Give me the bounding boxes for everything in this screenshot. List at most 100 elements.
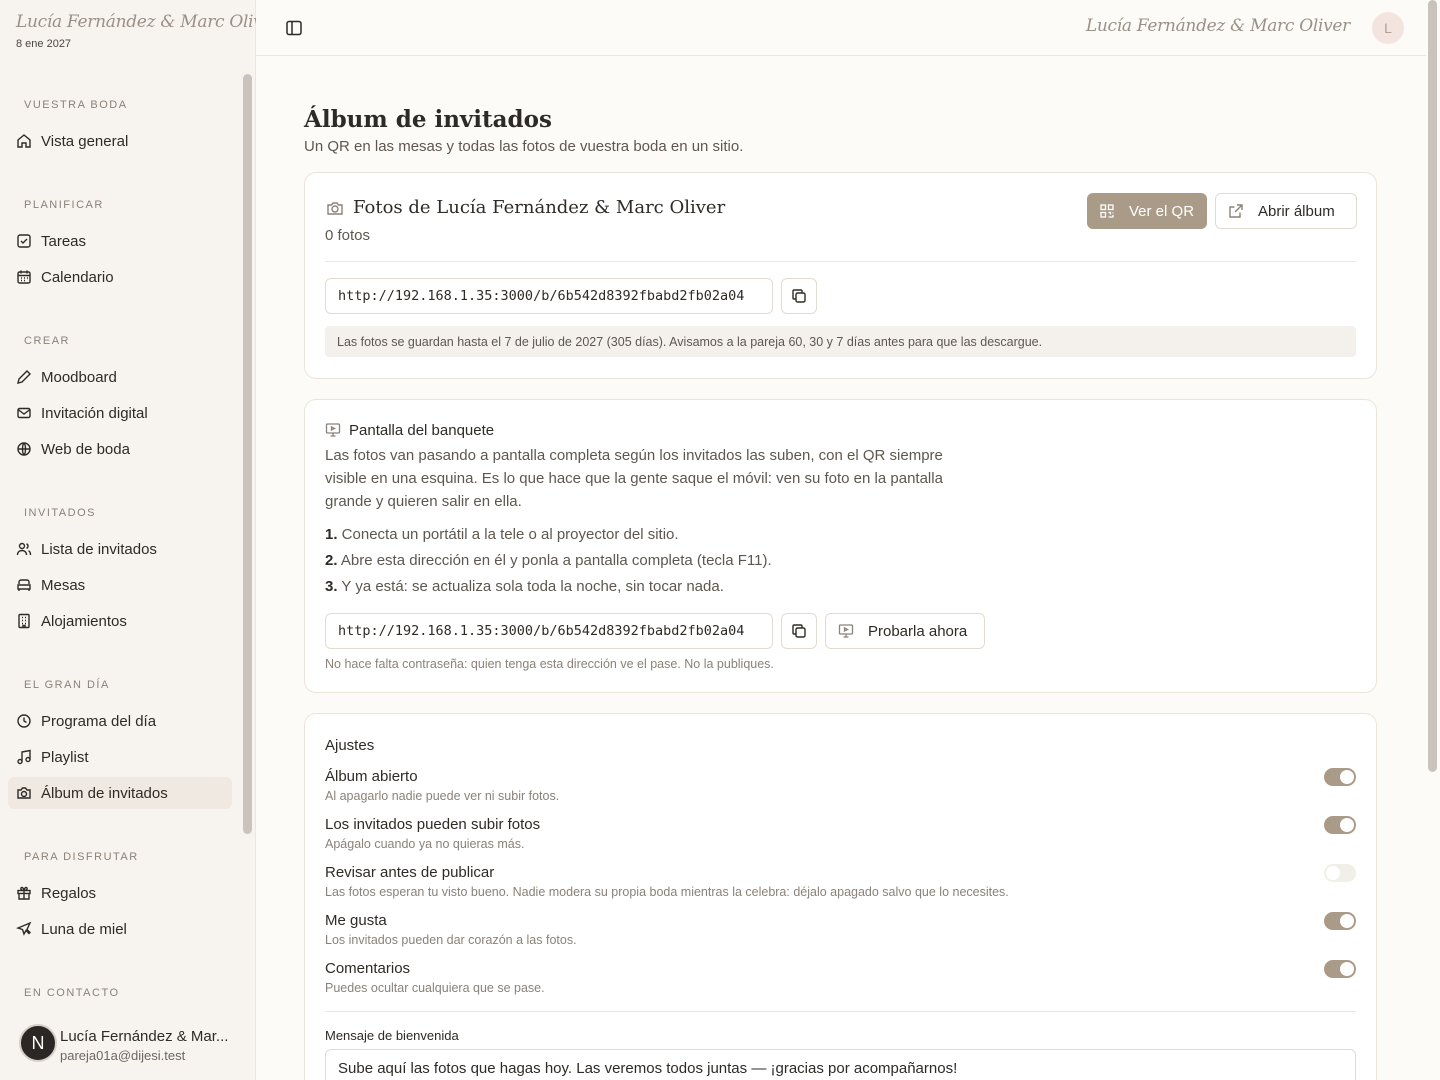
review-before-publish-toggle[interactable] xyxy=(1324,864,1356,882)
plane-icon xyxy=(16,921,32,936)
toggle-knob xyxy=(1326,866,1340,880)
album-open-toggle[interactable] xyxy=(1324,768,1356,786)
setting-description: Puedes ocultar cualquiera que se pase. xyxy=(325,981,545,995)
settings-title: Ajustes xyxy=(325,737,375,754)
sidebar-item-invitacion-digital[interactable]: Invitación digital xyxy=(8,397,232,429)
section-label-en-contacto: EN CONTACTO xyxy=(24,987,120,999)
step-text: Y ya está: se actualiza sola toda la noc… xyxy=(337,578,724,595)
setting-label: Revisar antes de publicar xyxy=(325,864,495,881)
copy-album-url-button[interactable] xyxy=(781,278,817,314)
setting-guest-upload: Los invitados pueden subir fotos Apágalo… xyxy=(325,816,1356,856)
sidebar-item-calendario[interactable]: Calendario xyxy=(8,261,232,293)
gift-icon xyxy=(17,886,31,900)
presentation-icon xyxy=(325,423,341,437)
sidebar-item-label: Calendario xyxy=(41,268,114,286)
sidebar-item-label: Moodboard xyxy=(41,368,117,386)
setting-label: Álbum abierto xyxy=(325,768,418,785)
step-1: 1. Conecta un portátil a la tele o al pr… xyxy=(325,526,679,543)
sidebar-item-web-de-boda[interactable]: Web de boda xyxy=(8,433,232,465)
sidebar-item-label: Regalos xyxy=(41,884,97,902)
sidebar-item-alojamientos[interactable]: Alojamientos xyxy=(8,605,232,637)
step-text: Abre esta dirección en él y ponla a pant… xyxy=(337,552,772,569)
wedding-date: 8 ene 2027 xyxy=(16,38,72,50)
copy-screen-url-button[interactable] xyxy=(781,613,817,649)
globe-icon xyxy=(17,442,31,456)
sidebar-item-mesas[interactable]: Mesas xyxy=(8,569,232,601)
user-email: pareja01a@dijesi.test xyxy=(60,1048,186,1063)
sidebar-item-label: Luna de miel xyxy=(41,920,127,938)
sidebar-item-label: Web de boda xyxy=(41,440,130,458)
section-label-invitados: INVITADOS xyxy=(24,507,96,519)
setting-label: Los invitados pueden subir fotos xyxy=(325,816,541,833)
guest-upload-toggle[interactable] xyxy=(1324,816,1356,834)
calendar-icon xyxy=(17,270,31,284)
setting-description: Los invitados pueden dar corazón a las f… xyxy=(325,933,577,947)
screen-url-field[interactable]: http://192.168.1.35:3000/b/6b542d8392fba… xyxy=(325,613,773,649)
sidebar-item-moodboard[interactable]: Moodboard xyxy=(8,361,232,393)
banquet-screen-card: Pantalla del banquete Las fotos van pasa… xyxy=(304,399,1377,693)
sidebar-item-album-de-invitados[interactable]: Álbum de invitados xyxy=(8,777,232,809)
page-title: Álbum de invitados xyxy=(304,106,552,133)
album-card: Fotos de Lucía Fernández & Marc Oliver 0… xyxy=(304,172,1377,379)
sidebar-item-playlist[interactable]: Playlist xyxy=(8,741,232,773)
sidebar-item-label: Vista general xyxy=(41,132,129,150)
topbar: Lucía Fernández & Marc Oliver L xyxy=(256,0,1426,56)
copy-icon xyxy=(792,289,806,303)
open-album-button[interactable]: Abrir álbum xyxy=(1215,193,1357,229)
screen-privacy-note: No hace falta contraseña: quien tenga es… xyxy=(325,657,774,671)
mail-icon xyxy=(17,407,31,419)
step-number: 1. xyxy=(325,526,338,543)
comments-toggle[interactable] xyxy=(1324,960,1356,978)
welcome-message-label: Mensaje de bienvenida xyxy=(325,1028,459,1043)
user-menu[interactable]: N Lucía Fernández & Mar... pareja01a@dij… xyxy=(0,1010,255,1080)
sidebar-item-lista-de-invitados[interactable]: Lista de invitados xyxy=(8,533,232,565)
user-name: Lucía Fernández & Mar... xyxy=(60,1028,229,1045)
sidebar-item-tareas[interactable]: Tareas xyxy=(8,225,232,257)
sidebar-item-label: Alojamientos xyxy=(41,612,127,630)
section-label-crear: CREAR xyxy=(24,335,71,347)
brand-couple-name: Lucía Fernández & Marc Oliver xyxy=(16,12,281,32)
welcome-message-field[interactable]: Sube aquí las fotos que hagas hoy. Las v… xyxy=(325,1049,1356,1080)
sidebar-item-label: Playlist xyxy=(41,748,89,766)
section-label-vuestra-boda: VUESTRA BODA xyxy=(24,99,128,111)
topbar-avatar[interactable]: L xyxy=(1372,12,1404,44)
page-scrollbar[interactable] xyxy=(1428,0,1437,772)
panel-left-icon xyxy=(286,20,302,36)
sidebar-item-label: Tareas xyxy=(41,232,87,250)
brand: Lucía Fernández & Marc Oliver 8 ene 2027 xyxy=(16,12,281,50)
open-album-label: Abrir álbum xyxy=(1258,202,1335,220)
sidebar-item-vista-general[interactable]: Vista general xyxy=(8,125,232,157)
sidebar-nav: VUESTRA BODA Vista general PLANIFICAR Ta… xyxy=(0,72,240,1010)
setting-description: Las fotos esperan tu visto bueno. Nadie … xyxy=(325,885,1009,899)
sidebar-item-programa-del-dia[interactable]: Programa del día xyxy=(8,705,232,737)
sidebar-item-regalos[interactable]: Regalos xyxy=(8,877,232,909)
likes-toggle[interactable] xyxy=(1324,912,1356,930)
page-subtitle: Un QR en las mesas y todas las fotos de … xyxy=(304,138,744,155)
toggle-knob xyxy=(1340,962,1354,976)
sidebar-item-label: Mesas xyxy=(41,576,86,594)
toggle-knob xyxy=(1340,770,1354,784)
external-link-icon xyxy=(1229,204,1243,218)
users-icon xyxy=(16,542,32,556)
sofa-icon xyxy=(17,579,31,591)
sidebar-item-label: Lista de invitados xyxy=(41,540,157,558)
view-qr-button[interactable]: Ver el QR xyxy=(1087,193,1207,229)
sidebar-item-label: Álbum de invitados xyxy=(41,784,168,802)
step-number: 3. xyxy=(325,578,338,595)
sidebar-scrollbar[interactable] xyxy=(243,74,252,834)
setting-description: Apágalo cuando ya no quieras más. xyxy=(325,837,525,851)
divider xyxy=(325,261,1356,262)
camera-icon xyxy=(327,202,343,215)
sidebar-toggle-button[interactable] xyxy=(284,18,304,38)
music-icon xyxy=(17,749,31,765)
sidebar-item-luna-de-miel[interactable]: Luna de miel xyxy=(8,913,232,945)
try-screen-button[interactable]: Probarla ahora xyxy=(825,613,985,649)
user-avatar: N xyxy=(19,1024,57,1062)
building-icon xyxy=(18,613,30,629)
album-title: Fotos de Lucía Fernández & Marc Oliver xyxy=(353,197,726,218)
try-screen-label: Probarla ahora xyxy=(868,622,968,640)
toggle-knob xyxy=(1340,914,1354,928)
setting-review-before-publish: Revisar antes de publicar Las fotos espe… xyxy=(325,864,1356,904)
album-url-field[interactable]: http://192.168.1.35:3000/b/6b542d8392fba… xyxy=(325,278,773,314)
clock-icon xyxy=(17,714,31,728)
